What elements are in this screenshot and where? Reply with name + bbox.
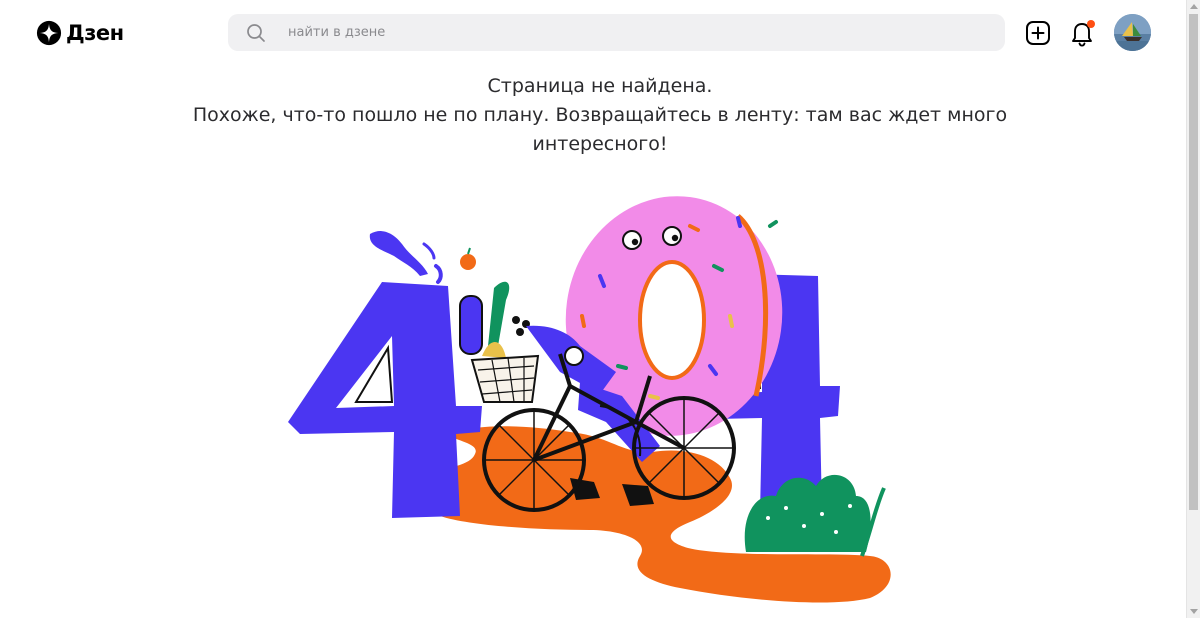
avatar-image	[1114, 14, 1151, 51]
scroll-down-arrow-icon[interactable]	[1190, 609, 1198, 614]
scroll-thumb[interactable]	[1189, 14, 1198, 510]
scroll-up-arrow-icon[interactable]	[1190, 4, 1198, 9]
error-description: Похоже, что-то пошло не по плану. Возвра…	[192, 104, 1008, 126]
add-post-button[interactable]	[1025, 20, 1051, 46]
search-input[interactable]	[288, 14, 988, 51]
search-icon	[247, 24, 265, 42]
notifications-button[interactable]	[1068, 18, 1096, 48]
logo-text: Дзен	[66, 21, 124, 45]
page-scrollbar[interactable]	[1186, 0, 1200, 618]
zen-star-icon	[36, 20, 62, 46]
top-header: Дзен	[0, 0, 1186, 66]
avatar[interactable]	[1114, 14, 1151, 51]
404-illustration	[288, 196, 891, 603]
zen-logo-link[interactable]: Дзен	[36, 20, 124, 46]
search-bar[interactable]	[228, 14, 1005, 51]
unread-dot	[1087, 20, 1095, 28]
error-description-end: интересного!	[532, 133, 668, 155]
error-message: Страница не найдена. Похоже, что-то пошл…	[100, 72, 1100, 159]
error-title: Страница не найдена.	[487, 75, 713, 97]
add-post-icon	[1026, 21, 1050, 45]
